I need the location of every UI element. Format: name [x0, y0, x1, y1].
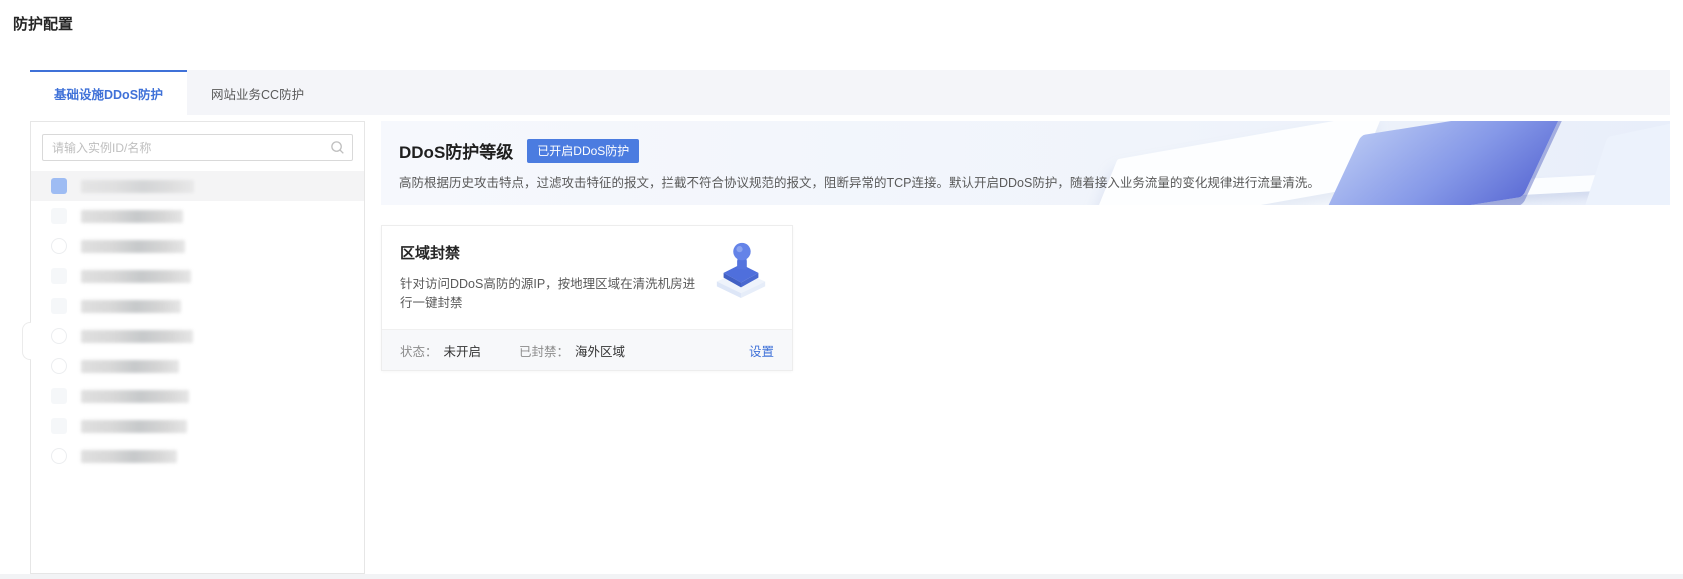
region-block-card: 区域封禁 针对访问DDoS高防的源IP，按地理区域在清洗机房进行一键封禁 — [381, 225, 793, 371]
stamp-3d-icon — [712, 238, 770, 298]
ddos-level-description: 高防根据历史攻击特点，过滤攻击特征的报文，拦截不符合协议规范的报文，阻断异常的T… — [399, 172, 1670, 191]
status-value: 未开启 — [444, 341, 482, 360]
page-title: 防护配置 — [13, 13, 73, 34]
instance-search-input[interactable] — [42, 134, 353, 161]
instance-select-control[interactable] — [51, 208, 67, 224]
instance-select-control[interactable] — [51, 268, 67, 284]
instance-select-control[interactable] — [51, 418, 67, 434]
instance-select-control[interactable] — [51, 298, 67, 314]
blocked-value: 海外区域 — [575, 341, 625, 360]
protection-config-panel: 基础设施DDoS防护 网站业务CC防护 — [30, 70, 1670, 579]
instance-list-item[interactable] — [31, 171, 364, 201]
instance-list-item[interactable] — [31, 351, 364, 381]
instance-list-item[interactable] — [31, 291, 364, 321]
redacted-instance-name — [81, 240, 185, 253]
instance-list — [31, 171, 364, 471]
main-content: DDoS防护等级 已开启DDoS防护 高防根据历史攻击特点，过滤攻击特征的报文，… — [381, 121, 1670, 574]
redacted-instance-name — [81, 210, 183, 223]
redacted-instance-name — [81, 180, 194, 193]
redacted-instance-name — [81, 360, 179, 373]
instance-select-control[interactable] — [51, 238, 67, 254]
redacted-instance-name — [81, 270, 191, 283]
ddos-level-banner: DDoS防护等级 已开启DDoS防护 高防根据历史攻击特点，过滤攻击特征的报文，… — [381, 121, 1670, 205]
redacted-instance-name — [81, 300, 181, 313]
ddos-enabled-badge: 已开启DDoS防护 — [527, 139, 639, 163]
instance-list-item[interactable] — [31, 411, 364, 441]
settings-link[interactable]: 设置 — [749, 341, 774, 360]
instance-list-panel — [30, 121, 365, 574]
redacted-instance-name — [81, 390, 189, 403]
instance-list-item[interactable] — [31, 381, 364, 411]
instance-select-control[interactable] — [51, 358, 67, 374]
search-icon — [330, 140, 345, 155]
instance-list-item[interactable] — [31, 321, 364, 351]
instance-list-item[interactable] — [31, 231, 364, 261]
bottom-divider — [0, 574, 1683, 579]
redacted-instance-name — [81, 330, 193, 343]
instance-list-item[interactable] — [31, 441, 364, 471]
ddos-level-title: DDoS防护等级 — [399, 138, 513, 163]
instance-select-control[interactable] — [51, 328, 67, 344]
instance-list-item[interactable] — [31, 261, 364, 291]
instance-select-control[interactable] — [51, 388, 67, 404]
blocked-label: 已封禁： — [519, 341, 569, 360]
panel-collapse-handle[interactable] — [22, 322, 31, 360]
tab-infrastructure-ddos[interactable]: 基础设施DDoS防护 — [30, 70, 187, 115]
tab-bar: 基础设施DDoS防护 网站业务CC防护 — [30, 70, 1670, 115]
region-block-status-bar: 状态： 未开启 已封禁： 海外区域 设置 — [382, 329, 792, 370]
tab-website-cc[interactable]: 网站业务CC防护 — [187, 70, 328, 115]
instance-select-control[interactable] — [51, 448, 67, 464]
instance-list-item[interactable] — [31, 201, 364, 231]
redacted-instance-name — [81, 420, 187, 433]
instance-select-control[interactable] — [51, 178, 67, 194]
region-block-description: 针对访问DDoS高防的源IP，按地理区域在清洗机房进行一键封禁 — [400, 273, 700, 311]
status-label: 状态： — [400, 341, 438, 360]
redacted-instance-name — [81, 450, 177, 463]
